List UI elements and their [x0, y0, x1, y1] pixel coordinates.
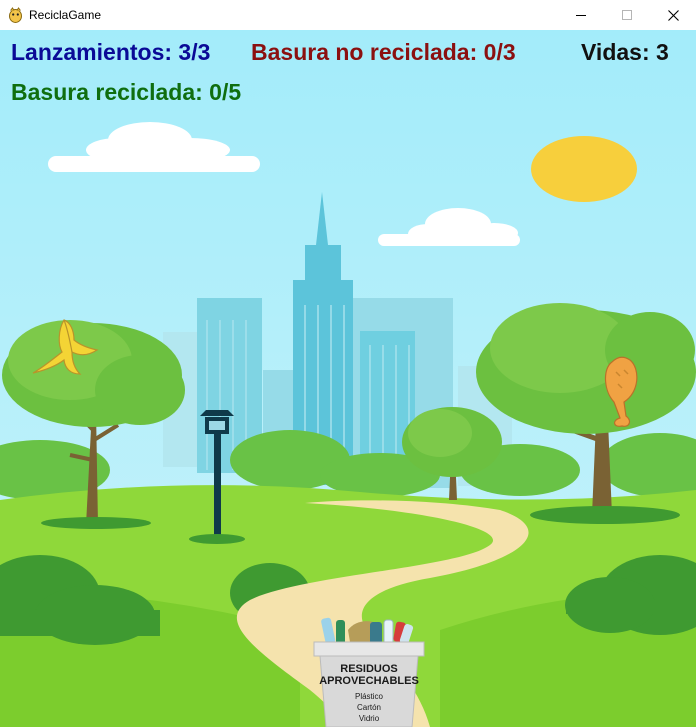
bin-item-vidrio: Vidrio [358, 714, 380, 723]
hud-vidas: Vidas: 3 [581, 39, 669, 65]
park-scene [0, 30, 696, 727]
bin-item-plastico: Plástico [354, 692, 383, 701]
minimize-button[interactable] [558, 0, 604, 30]
shadow-tree-right [530, 506, 680, 524]
maximize-icon [622, 10, 632, 20]
hud-basura-no-reciclada: Basura no reciclada: 0/3 [251, 39, 516, 65]
hud-lanzamientos: Lanzamientos: 3/3 [11, 39, 211, 65]
hud-basura-reciclada: Basura reciclada: 0/5 [11, 79, 242, 105]
bin-title-line2: APROVECHABLES [319, 675, 419, 687]
window-title: ReciclaGame [29, 8, 102, 22]
app-icon [9, 7, 22, 23]
game-canvas[interactable]: RESIDUOS APROVECHABLES Plástico Cartón V… [0, 30, 696, 727]
bin-title-line1: RESIDUOS [340, 663, 398, 675]
bin-label: RESIDUOS APROVECHABLES Plástico Cartón V… [318, 663, 420, 724]
close-icon [667, 9, 679, 21]
bin-item-carton: Cartón [356, 703, 381, 712]
close-button[interactable] [650, 0, 696, 30]
sun [531, 136, 637, 202]
window-titlebar: ReciclaGame [0, 0, 696, 31]
maximize-button[interactable] [604, 0, 650, 30]
minimize-icon [576, 15, 586, 16]
shadow-tree-left [41, 517, 151, 529]
